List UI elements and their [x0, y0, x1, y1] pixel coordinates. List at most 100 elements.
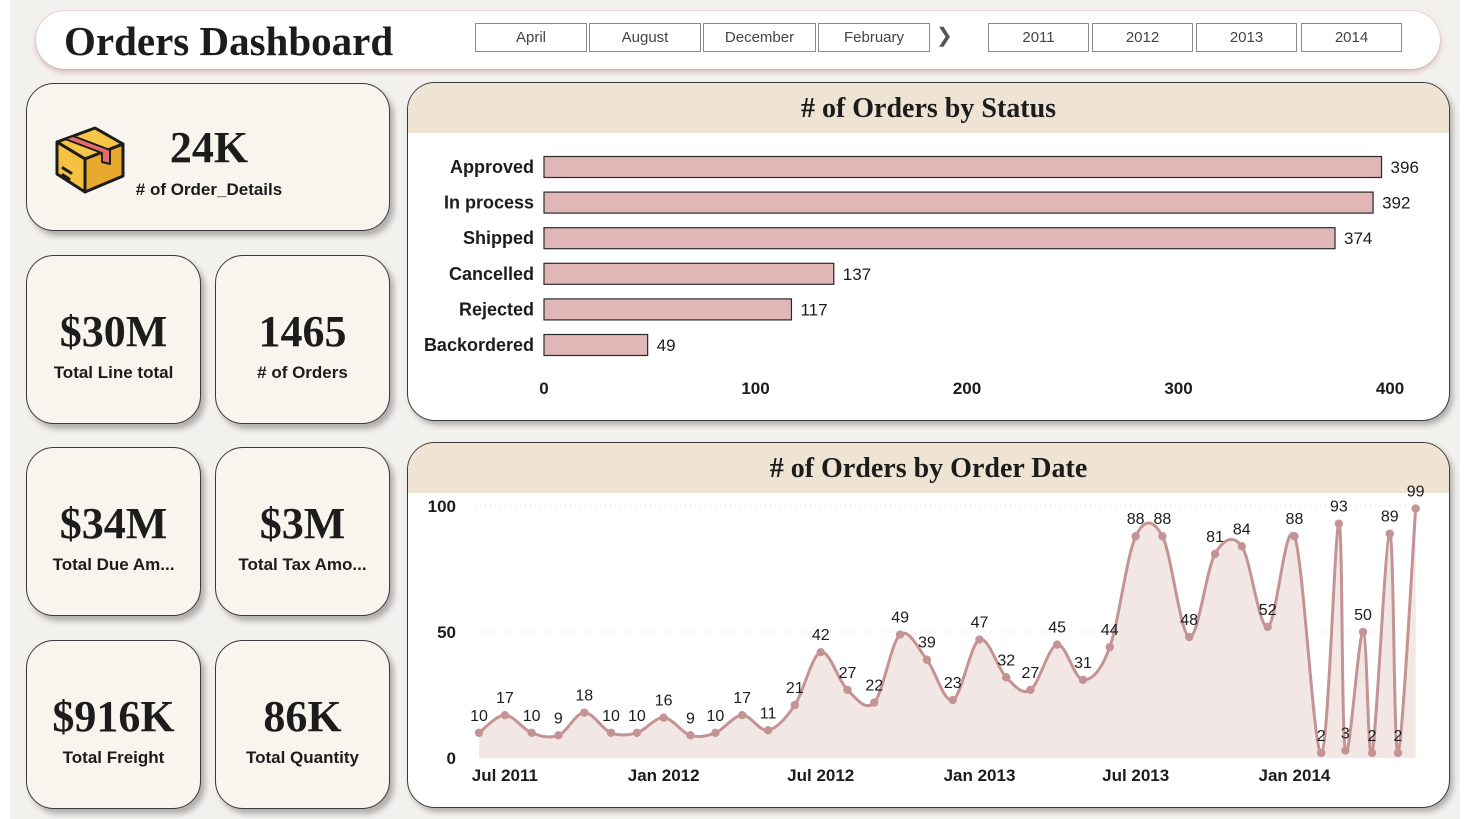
data-point-label: 52 — [1259, 602, 1277, 619]
bar-category-label: Approved — [450, 157, 534, 177]
data-point — [1026, 685, 1035, 695]
data-point — [659, 713, 668, 722]
data-point — [975, 635, 984, 644]
orders-by-date-chart: # of Orders by Order Date 0 50 100 10 17 10 9 1… — [407, 442, 1450, 808]
kpi-card-quantity: 86K Total Quantity — [215, 640, 390, 809]
kpi-card-order-details: 24K # of Order_Details — [26, 83, 390, 231]
x-tick-label: 400 — [1376, 379, 1404, 398]
y-tick-label: 50 — [437, 623, 456, 642]
data-point — [1078, 675, 1088, 685]
y-tick-label: 100 — [428, 497, 456, 516]
year-button-2013[interactable]: 2013 — [1196, 23, 1297, 52]
data-point — [895, 630, 905, 639]
data-point-label: 39 — [918, 635, 936, 652]
data-point-label: 89 — [1381, 509, 1399, 526]
year-button-2012[interactable]: 2012 — [1092, 23, 1193, 52]
data-point-label: 21 — [786, 680, 804, 697]
bar-value-label: 49 — [657, 336, 676, 355]
bar-category-label: Cancelled — [449, 264, 534, 284]
data-point — [816, 647, 825, 657]
status-bar-chart-svg: Approved 396 In process 392 Shipped 374 Cancel… — [424, 155, 1419, 398]
x-tick-label: 200 — [953, 379, 981, 398]
kpi-order-details-label: # of Order_Details — [135, 180, 283, 199]
data-point-label: 2 — [1368, 728, 1377, 745]
data-point — [1131, 532, 1140, 541]
data-point — [737, 710, 747, 720]
data-point — [1367, 748, 1377, 758]
y-tick-label: 0 — [447, 749, 456, 768]
data-point — [1290, 532, 1299, 541]
status-bar — [543, 298, 793, 321]
bar-value-label: 396 — [1391, 158, 1419, 177]
data-point-label: 32 — [997, 652, 1015, 669]
data-point — [1393, 748, 1403, 758]
data-point-label: 18 — [575, 688, 593, 705]
data-point-label: 27 — [839, 665, 857, 682]
kpi-tax-amount-label: Total Tax Amo... — [238, 555, 367, 574]
page-title: Orders Dashboard — [64, 18, 394, 64]
data-point-label: 27 — [1022, 665, 1040, 682]
data-point — [580, 708, 589, 717]
x-tick-label: Jul 2013 — [1102, 766, 1169, 785]
kpi-freight-label: Total Freight — [62, 748, 165, 767]
status-bar — [543, 155, 1383, 179]
year-button-2011[interactable]: 2011 — [988, 23, 1089, 52]
x-tick-label: Jul 2012 — [787, 766, 854, 785]
month-button-april[interactable]: April — [475, 23, 587, 52]
bar-value-label: 137 — [843, 265, 871, 284]
kpi-line-total-label: Total Line total — [53, 363, 174, 382]
year-button-2014[interactable]: 2014 — [1301, 23, 1402, 52]
data-point — [870, 698, 879, 707]
data-point — [606, 728, 616, 737]
data-point-label: 10 — [707, 708, 725, 725]
x-tick-label: Jan 2013 — [944, 766, 1016, 785]
data-point-label: 23 — [944, 675, 962, 692]
data-point-label: 49 — [891, 610, 909, 627]
month-button-february[interactable]: February — [818, 23, 930, 52]
data-point — [1184, 632, 1194, 642]
data-point — [922, 655, 932, 664]
data-point — [554, 731, 563, 740]
kpi-card-line-total: $30M Total Line total — [26, 255, 201, 424]
data-point — [1358, 627, 1368, 637]
data-point-label: 2 — [1317, 728, 1326, 745]
data-point-label: 99 — [1407, 484, 1425, 501]
data-point-label: 84 — [1233, 521, 1251, 538]
data-point — [948, 695, 957, 705]
data-point-label: 42 — [812, 627, 830, 644]
bar-value-label: 392 — [1382, 194, 1410, 213]
data-point-label: 9 — [554, 710, 563, 727]
kpi-tax-amount-value: $3M — [259, 499, 346, 548]
month-button-august[interactable]: August — [589, 23, 701, 52]
date-line-chart-svg: 050100101710 91810 10169 101711214227224939… — [428, 484, 1425, 785]
kpi-card-tax-amount: $3M Total Tax Amo... — [215, 447, 390, 616]
kpi-card-freight: $916K Total Freight — [26, 640, 201, 809]
data-point-label: 2 — [1394, 728, 1403, 745]
data-point — [1411, 504, 1420, 513]
data-point — [1334, 519, 1344, 528]
data-point — [1105, 642, 1114, 652]
data-point-label: 81 — [1206, 529, 1224, 546]
data-point — [1263, 622, 1272, 632]
data-point-label: 31 — [1074, 655, 1092, 672]
kpi-due-amount-label: Total Due Am... — [52, 555, 175, 574]
data-point — [1237, 542, 1247, 551]
month-button-december[interactable]: December — [703, 23, 816, 52]
x-tick-label: Jul 2011 — [472, 766, 538, 785]
bar-value-label: 374 — [1344, 229, 1372, 248]
status-bar — [543, 262, 835, 285]
data-point — [790, 700, 800, 710]
kpi-orders-value: 1465 — [258, 307, 347, 356]
kpi-quantity-label: Total Quantity — [245, 748, 359, 767]
bar-category-label: Rejected — [459, 299, 534, 319]
data-point-label: 48 — [1180, 612, 1198, 629]
chevron-right-icon[interactable]: ❯ — [936, 25, 953, 47]
data-point-label: 88 — [1286, 511, 1304, 528]
data-point-label: 88 — [1127, 511, 1145, 528]
data-point — [1002, 673, 1011, 682]
bar-value-label: 117 — [800, 300, 827, 319]
data-point-label: 93 — [1330, 499, 1348, 516]
kpi-quantity-value: 86K — [263, 692, 342, 741]
kpi-orders-label: # of Orders — [257, 363, 348, 382]
data-point-label: 10 — [602, 708, 620, 725]
